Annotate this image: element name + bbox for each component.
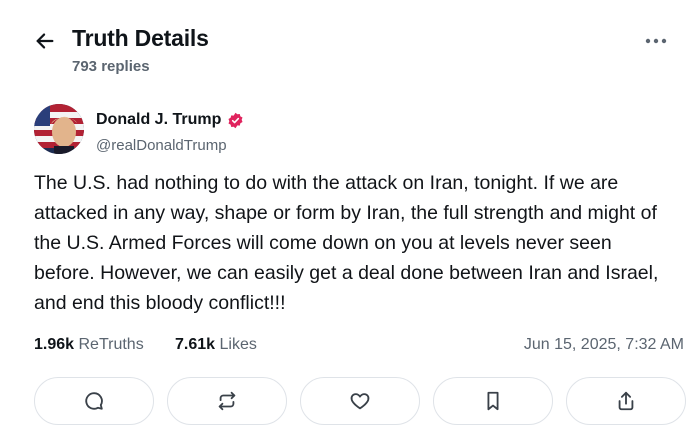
page-header: Truth Details 793 replies <box>0 0 700 90</box>
bookmark-button[interactable] <box>433 377 553 425</box>
post-author: Donald J. Trump @realDonaldTrump <box>34 104 434 158</box>
author-name[interactable]: Donald J. Trump <box>96 111 244 129</box>
post-text: The U.S. had nothing to do with the atta… <box>34 172 659 314</box>
heart-icon <box>350 393 370 410</box>
retruths-count: 1.96k <box>34 336 75 353</box>
more-options-button[interactable] <box>640 30 672 52</box>
verified-badge-icon <box>228 112 243 128</box>
like-button[interactable] <box>300 377 420 425</box>
replies-count: 793 replies <box>72 58 150 75</box>
post-stats: 1.96k ReTruths 7.61k Likes Jun 15, 2025,… <box>34 336 684 358</box>
share-icon <box>618 391 634 411</box>
more-horizontal-icon <box>645 38 667 44</box>
repost-icon <box>218 391 236 411</box>
reply-button[interactable] <box>34 377 154 425</box>
comment-icon <box>85 392 103 410</box>
arrow-left-icon <box>36 33 54 49</box>
share-button[interactable] <box>566 377 686 425</box>
likes-stat[interactable]: 7.61k Likes <box>175 336 257 354</box>
likes-count: 7.61k <box>175 336 216 353</box>
action-bar <box>34 377 686 425</box>
retruths-label: ReTruths <box>78 336 144 353</box>
likes-label: Likes <box>219 336 257 353</box>
post-timestamp: Jun 15, 2025, 7:32 AM <box>523 336 684 353</box>
page-title: Truth Details <box>72 25 209 51</box>
retruth-button[interactable] <box>167 377 287 425</box>
author-handle[interactable]: @realDonaldTrump <box>96 137 227 154</box>
avatar[interactable] <box>34 104 84 154</box>
retruths-stat[interactable]: 1.96k ReTruths <box>34 336 144 354</box>
bookmark-icon <box>487 391 499 411</box>
author-name-text: Donald J. Trump <box>96 111 222 128</box>
back-button[interactable] <box>30 26 60 56</box>
